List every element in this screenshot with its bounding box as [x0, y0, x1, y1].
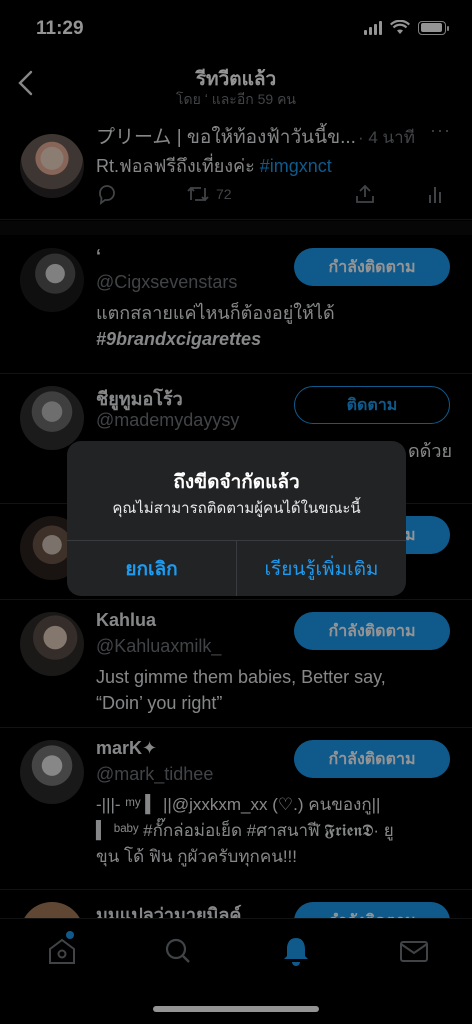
alert-title: ถึงขีดจำกัดแล้ว	[173, 472, 300, 493]
learn-more-button[interactable]: เรียนรู้เพิ่มเติม	[237, 541, 406, 596]
cancel-button[interactable]: ยกเลิก	[67, 541, 236, 596]
alert-message: คุณไม่สามารถติดตามผู้คนได้ในขณะนี้	[112, 500, 361, 517]
rate-limit-alert-dialog: ถึงขีดจำกัดแล้ว คุณไม่สามารถติดตามผู้คนไ…	[67, 441, 406, 596]
